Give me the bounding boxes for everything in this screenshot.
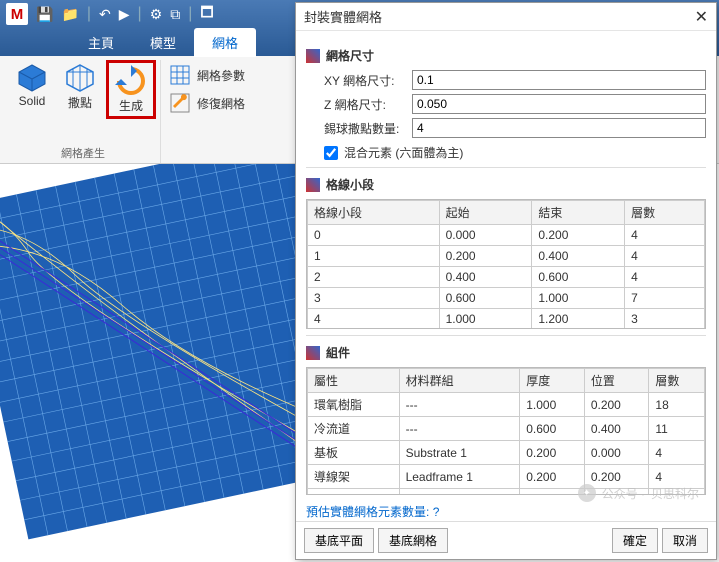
undo-icon[interactable]: ↶ bbox=[99, 6, 111, 23]
col-layers: 層數 bbox=[625, 201, 705, 225]
repair-mesh-label: 修復網格 bbox=[197, 95, 245, 112]
run-icon[interactable]: ▶ bbox=[119, 6, 130, 23]
grid-segments-table-wrap[interactable]: 格線小段 起始 結束 層數 00.0000.200410.2000.400420… bbox=[306, 199, 706, 329]
xy-mesh-label: XY 網格尺寸: bbox=[324, 72, 412, 89]
table-row[interactable]: 30.6001.0007 bbox=[308, 288, 705, 309]
section-icon bbox=[306, 178, 320, 192]
dialog-title: 封裝實體網格 bbox=[304, 7, 382, 26]
batch-icon[interactable]: ⧉ bbox=[170, 6, 180, 23]
section-grid-segments-label: 格線小段 bbox=[326, 176, 374, 193]
tab-mesh[interactable]: 網格 bbox=[194, 28, 256, 57]
table-row[interactable]: 基板Substrate 10.2000.0004 bbox=[308, 441, 705, 465]
mesh-params-button[interactable]: 網格參數 bbox=[169, 64, 245, 86]
ribbon-side-buttons: 網格參數 修復網格 bbox=[161, 60, 253, 163]
ball-count-input[interactable] bbox=[412, 118, 706, 138]
table-row[interactable]: 20.4000.6004 bbox=[308, 267, 705, 288]
scatter-label: 撒點 bbox=[68, 94, 92, 111]
dialog-body: 網格尺寸 XY 網格尺寸: Z 網格尺寸: 錫球撒點數量: 混合元素 (六面體為… bbox=[296, 31, 716, 521]
cancel-button[interactable]: 取消 bbox=[662, 528, 708, 553]
ribbon-group-mesh-generate: Solid 撒點 生成 網格產生 bbox=[6, 60, 161, 163]
section-components: 組件 bbox=[306, 344, 706, 361]
base-mesh-button[interactable]: 基底網格 bbox=[378, 528, 448, 553]
solid-label: Solid bbox=[19, 94, 46, 108]
xy-mesh-input[interactable] bbox=[412, 70, 706, 90]
gear-icon[interactable]: ⚙ bbox=[150, 6, 163, 23]
mesh-params-label: 網格參數 bbox=[197, 67, 245, 84]
section-icon bbox=[306, 346, 320, 360]
repair-mesh-button[interactable]: 修復網格 bbox=[169, 92, 245, 114]
section-grid-segments: 格線小段 bbox=[306, 176, 706, 193]
col-end: 結束 bbox=[532, 201, 625, 225]
table-row[interactable]: 晶片Chip 10.2000.4004 bbox=[308, 489, 705, 496]
table-row[interactable]: 00.0000.2004 bbox=[308, 225, 705, 246]
z-mesh-input[interactable] bbox=[412, 94, 706, 114]
tab-model[interactable]: 模型 bbox=[132, 28, 194, 57]
mixed-elements-label: 混合元素 (六面體為主) bbox=[344, 144, 463, 161]
generate-icon bbox=[115, 65, 147, 97]
section-icon bbox=[306, 49, 320, 63]
solid-icon bbox=[16, 62, 48, 94]
col-thickness: 厚度 bbox=[520, 369, 585, 393]
estimate-label: 預估實體網格元素數量: bbox=[306, 505, 429, 519]
save-icon[interactable]: 💾 bbox=[36, 6, 53, 23]
open-icon[interactable]: 📁 bbox=[61, 6, 78, 23]
table-row[interactable]: 41.0001.2003 bbox=[308, 309, 705, 330]
scatter-button[interactable]: 撒點 bbox=[58, 60, 102, 119]
qat-divider: | bbox=[138, 5, 142, 23]
ball-count-label: 錫球撒點數量: bbox=[324, 120, 412, 137]
col-segment: 格線小段 bbox=[308, 201, 440, 225]
estimate-link[interactable]: 預估實體網格元素數量: ? bbox=[306, 503, 706, 520]
dialog-titlebar: 封裝實體網格 ✕ bbox=[296, 3, 716, 31]
grid-segments-table: 格線小段 起始 結束 層數 00.0000.200410.2000.400420… bbox=[307, 200, 705, 329]
table-row[interactable]: 導線架Leadframe 10.2000.2004 bbox=[308, 465, 705, 489]
close-icon[interactable]: ✕ bbox=[695, 7, 708, 27]
base-plane-button[interactable]: 基底平面 bbox=[304, 528, 374, 553]
table-row[interactable]: 冷流道---0.6000.40011 bbox=[308, 417, 705, 441]
section-mesh-size-label: 網格尺寸 bbox=[326, 47, 374, 64]
package-solid-mesh-dialog: 封裝實體網格 ✕ 網格尺寸 XY 網格尺寸: Z 網格尺寸: 錫球撒點數量: 混… bbox=[295, 2, 717, 560]
section-components-label: 組件 bbox=[326, 344, 350, 361]
wrench-icon bbox=[169, 92, 191, 114]
components-table-wrap[interactable]: 屬性 材料群組 厚度 位置 層數 環氧樹脂---1.0000.20018冷流道-… bbox=[306, 367, 706, 495]
col-position: 位置 bbox=[584, 369, 649, 393]
generate-label: 生成 bbox=[119, 97, 143, 114]
viewport-canvas[interactable] bbox=[0, 164, 295, 562]
table-row[interactable]: 10.2000.4004 bbox=[308, 246, 705, 267]
col-material: 材料群組 bbox=[399, 369, 520, 393]
generate-button[interactable]: 生成 bbox=[106, 60, 156, 119]
mixed-elements-checkbox[interactable] bbox=[324, 146, 338, 160]
tab-home[interactable]: 主頁 bbox=[70, 28, 132, 57]
qat-divider: | bbox=[87, 5, 91, 23]
qat-divider: | bbox=[188, 5, 192, 23]
col-start: 起始 bbox=[439, 201, 532, 225]
col-attribute: 屬性 bbox=[308, 369, 400, 393]
components-table: 屬性 材料群組 厚度 位置 層數 環氧樹脂---1.0000.20018冷流道-… bbox=[307, 368, 705, 495]
col-layers: 層數 bbox=[649, 369, 705, 393]
ribbon-group-label: 網格產生 bbox=[61, 143, 105, 163]
expand-icon[interactable]: 🗖 bbox=[200, 2, 213, 26]
solid-button[interactable]: Solid bbox=[10, 60, 54, 119]
section-mesh-size: 網格尺寸 bbox=[306, 47, 706, 64]
estimate-value: ? bbox=[433, 505, 440, 519]
z-mesh-label: Z 網格尺寸: bbox=[324, 96, 412, 113]
table-row[interactable]: 環氧樹脂---1.0000.20018 bbox=[308, 393, 705, 417]
app-logo: M bbox=[6, 3, 28, 25]
dialog-footer: 基底平面 基底網格 確定 取消 bbox=[296, 521, 716, 559]
ok-button[interactable]: 確定 bbox=[612, 528, 658, 553]
grid-icon bbox=[169, 64, 191, 86]
scatter-icon bbox=[64, 62, 96, 94]
